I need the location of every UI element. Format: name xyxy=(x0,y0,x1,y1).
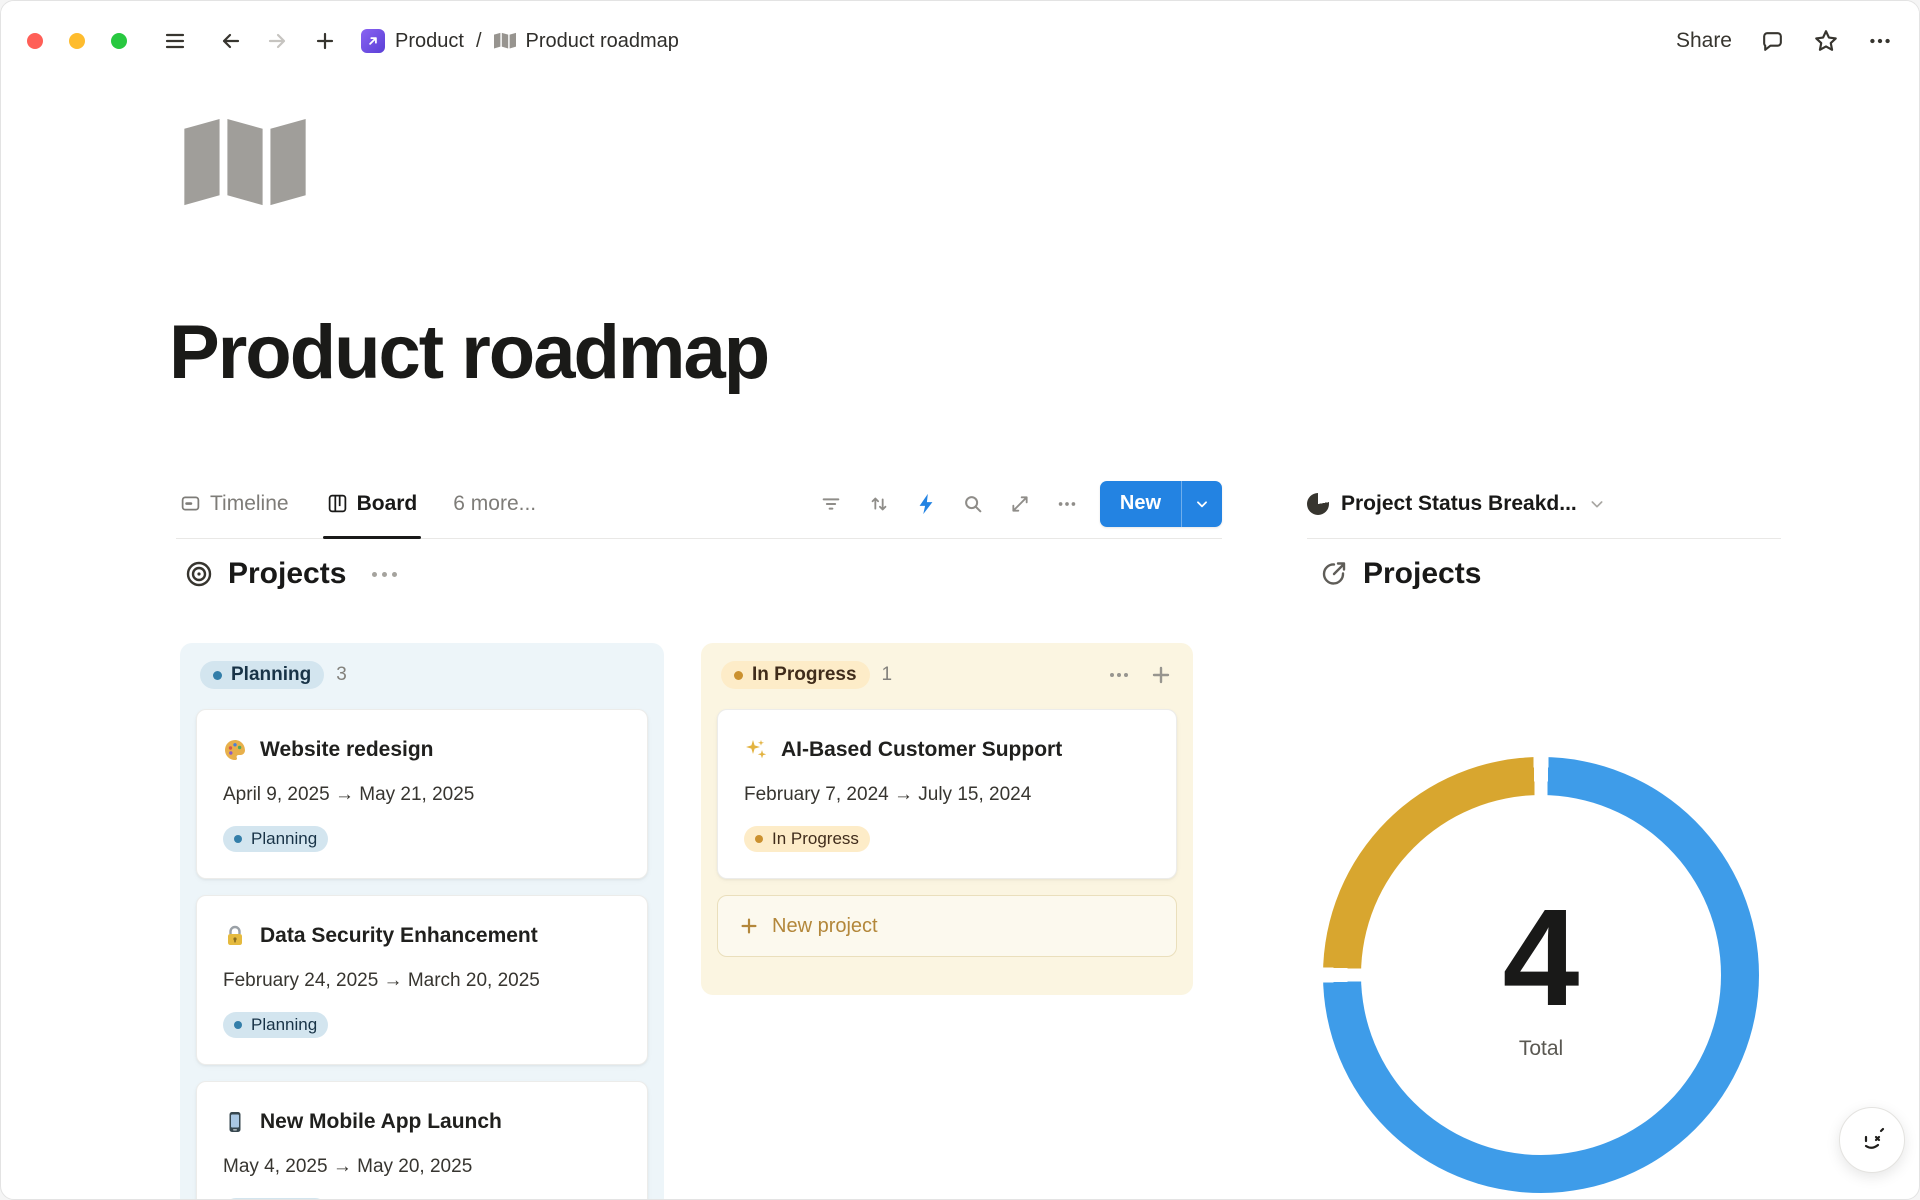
new-button[interactable]: New xyxy=(1100,481,1181,527)
target-icon xyxy=(184,559,214,589)
chart-view-selector[interactable]: Project Status Breakd... xyxy=(1307,469,1781,539)
sparkles-icon xyxy=(744,738,768,762)
project-card[interactable]: Data Security Enhancement February 24, 2… xyxy=(196,895,648,1065)
window-titlebar: Product / Product roadmap Share xyxy=(1,1,1919,81)
sidebar-menu-icon[interactable] xyxy=(163,29,187,53)
card-dates: February 24, 2025 → March 20, 2025 xyxy=(223,970,621,992)
column-options-ellipsis-icon[interactable] xyxy=(1107,663,1131,687)
status-dot xyxy=(234,835,242,843)
section-options-ellipsis-icon[interactable] xyxy=(372,572,397,577)
card-title: AI-Based Customer Support xyxy=(781,736,1062,764)
chart-view-title: Project Status Breakd... xyxy=(1341,492,1577,516)
column-count: 1 xyxy=(882,664,893,686)
column-header: In Progress 1 xyxy=(717,657,1177,693)
project-card[interactable]: Website redesign April 9, 2025 → May 21,… xyxy=(196,709,648,879)
board-section-heading: Projects xyxy=(184,557,397,591)
card-status-tag: Planning xyxy=(223,1012,328,1038)
status-dot xyxy=(234,1021,242,1029)
lock-icon xyxy=(223,924,247,948)
view-toolbar xyxy=(820,493,1078,515)
new-tab-icon[interactable] xyxy=(313,29,337,53)
ai-assistant-button[interactable] xyxy=(1839,1107,1905,1173)
comments-icon[interactable] xyxy=(1760,29,1785,54)
share-button[interactable]: Share xyxy=(1676,29,1732,53)
minimize-button[interactable] xyxy=(69,33,85,49)
card-dates: April 9, 2025 → May 21, 2025 xyxy=(223,784,621,806)
zoom-button[interactable] xyxy=(111,33,127,49)
sort-icon[interactable] xyxy=(868,493,890,515)
new-project-button[interactable]: New project xyxy=(717,895,1177,957)
page-title[interactable]: Product roadmap xyxy=(169,309,768,396)
board-section-title: Projects xyxy=(228,557,346,591)
board-column-planning: Planning 3 Website redesign April 9, 202… xyxy=(180,643,664,1200)
plus-icon xyxy=(738,915,760,937)
column-tools xyxy=(1107,663,1173,687)
breadcrumb-page[interactable]: Product roadmap xyxy=(526,30,679,53)
card-title: New Mobile App Launch xyxy=(260,1108,502,1136)
view-tabs-bar: Timeline Board 6 more... xyxy=(176,469,1222,539)
board-column-in-progress: In Progress 1 AI-Based Customer Support … xyxy=(701,643,1193,995)
status-pill-planning[interactable]: Planning xyxy=(200,661,324,689)
tab-more-views[interactable]: 6 more... xyxy=(449,469,540,538)
back-icon[interactable] xyxy=(219,29,243,53)
view-options-ellipsis-icon[interactable] xyxy=(1056,493,1078,515)
expand-icon[interactable] xyxy=(1010,494,1030,514)
filter-icon[interactable] xyxy=(820,493,842,515)
donut-center: 4 Total xyxy=(1361,795,1721,1155)
palette-icon xyxy=(223,738,247,762)
column-add-icon[interactable] xyxy=(1149,663,1173,687)
card-title: Data Security Enhancement xyxy=(260,922,538,950)
chevron-down-icon xyxy=(1589,496,1605,512)
search-icon[interactable] xyxy=(962,493,984,515)
linked-database-icon xyxy=(1319,559,1349,589)
breadcrumb: Product / Product roadmap xyxy=(361,29,679,53)
titlebar-actions: Share xyxy=(1676,28,1893,54)
page-map-icon xyxy=(494,32,516,50)
status-dot xyxy=(734,671,743,680)
card-title: Website redesign xyxy=(260,736,434,764)
chart-section-heading: Projects xyxy=(1319,557,1481,591)
new-entry-split-button: New xyxy=(1100,481,1222,527)
automation-bolt-icon[interactable] xyxy=(916,493,936,515)
card-dates: February 7, 2024 → July 15, 2024 xyxy=(744,784,1150,806)
breadcrumb-team[interactable]: Product xyxy=(395,30,464,53)
tab-timeline[interactable]: Timeline xyxy=(176,469,293,538)
breadcrumb-separator: / xyxy=(476,30,482,53)
mobile-phone-icon xyxy=(223,1110,247,1134)
donut-ring: 4 Total xyxy=(1323,757,1759,1193)
app-window: Product / Product roadmap Share Product … xyxy=(0,0,1920,1200)
card-dates: May 4, 2025 → May 20, 2025 xyxy=(223,1156,621,1178)
chart-total-value: 4 xyxy=(1503,889,1580,1027)
close-button[interactable] xyxy=(27,33,43,49)
page-icon-map[interactable] xyxy=(184,119,306,209)
column-header: Planning 3 xyxy=(196,657,648,693)
ai-face-icon xyxy=(1856,1124,1888,1156)
window-controls xyxy=(27,33,127,49)
forward-icon[interactable] xyxy=(265,29,289,53)
new-dropdown-button[interactable] xyxy=(1181,481,1222,527)
favorite-star-icon[interactable] xyxy=(1813,28,1839,54)
chart-section-title: Projects xyxy=(1363,557,1481,591)
more-options-icon[interactable] xyxy=(1867,28,1893,54)
project-card[interactable]: New Mobile App Launch May 4, 2025 → May … xyxy=(196,1081,648,1200)
status-dot xyxy=(755,835,763,843)
project-card[interactable]: AI-Based Customer Support February 7, 20… xyxy=(717,709,1177,879)
status-dot xyxy=(213,671,222,680)
card-status-tag: In Progress xyxy=(744,826,870,852)
pie-chart-icon xyxy=(1307,493,1329,515)
column-count: 3 xyxy=(336,664,347,686)
tab-board[interactable]: Board xyxy=(323,469,422,538)
card-status-tag: Planning xyxy=(223,826,328,852)
teamspace-icon xyxy=(361,29,385,53)
status-pill-in-progress[interactable]: In Progress xyxy=(721,661,870,689)
chart-total-label: Total xyxy=(1519,1037,1563,1061)
